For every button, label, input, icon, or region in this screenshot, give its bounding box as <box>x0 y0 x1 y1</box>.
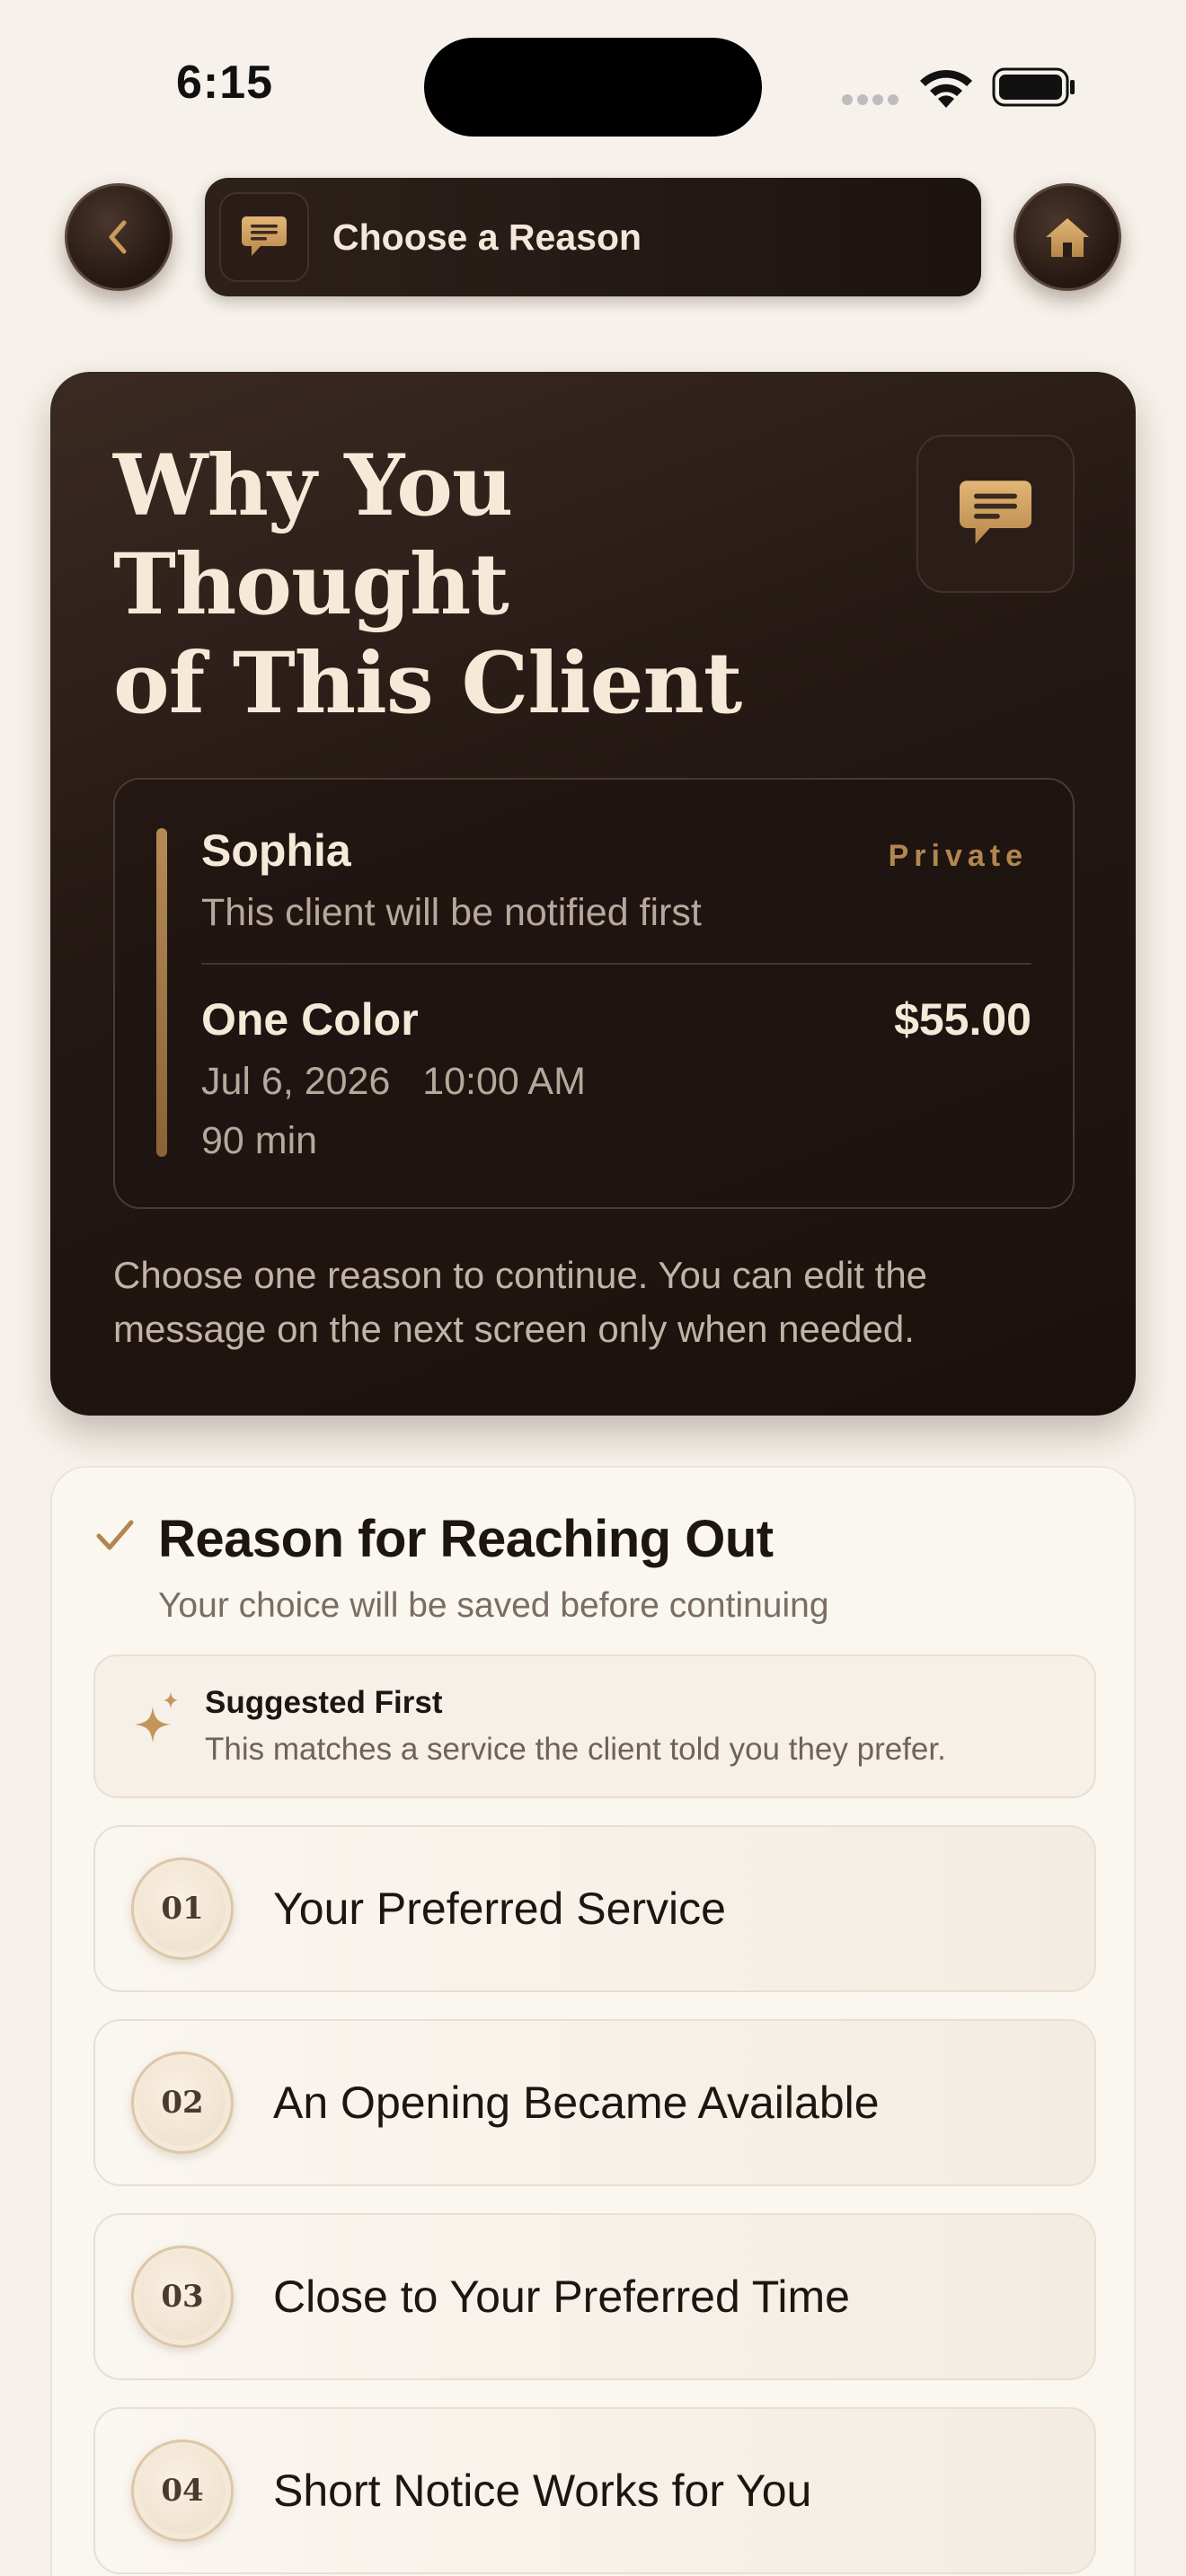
option-label: Short Notice Works for You <box>273 2466 812 2516</box>
reason-option-preferred-service[interactable]: 01 Your Preferred Service <box>93 1825 1096 1992</box>
title-icon-box <box>219 192 309 282</box>
accent-bar <box>156 828 167 1157</box>
privacy-badge: Private <box>888 839 1028 873</box>
hero-title-line: Why You <box>113 437 513 535</box>
reason-section: Reason for Reaching Out Your choice will… <box>50 1466 1136 2576</box>
hero-title: Why You Thought of This Client <box>113 437 796 733</box>
check-icon <box>96 1520 134 1550</box>
suggestion-text: This matches a service the client told y… <box>205 1732 946 1767</box>
service-name: One Color <box>201 994 419 1045</box>
page-title: Choose a Reason <box>332 216 642 258</box>
hero-icon-box <box>916 435 1075 593</box>
divider <box>201 963 1031 965</box>
client-summary-card: Why You Thought of This Client Sophia Pr… <box>50 372 1136 1416</box>
option-label: Your Preferred Service <box>273 1883 726 1934</box>
dynamic-island <box>424 38 762 137</box>
home-icon <box>1046 218 1089 257</box>
chevron-left-icon <box>109 220 127 254</box>
service-price: $55.00 <box>894 994 1031 1045</box>
reason-option-close-to-preferred-time[interactable]: 03 Close to Your Preferred Time <box>93 2213 1096 2380</box>
section-subtitle: Your choice will be saved before continu… <box>158 1586 829 1625</box>
suggestion-banner: Suggested First This matches a service t… <box>93 1654 1096 1798</box>
section-title: Reason for Reaching Out <box>158 1510 774 1568</box>
reason-option-opening-available[interactable]: 02 An Opening Became Available <box>93 2019 1096 2186</box>
signal-icon <box>842 94 898 105</box>
sparkle-icon <box>135 1692 178 1742</box>
notify-note: This client will be notified first <box>201 891 702 934</box>
hero-title-line: of This Client <box>113 634 742 733</box>
booking-details: Sophia Private This client will be notif… <box>113 778 1075 1209</box>
appointment-duration: 90 min <box>201 1119 318 1162</box>
appointment-datetime: Jul 6, 2026 10:00 AM <box>201 1060 586 1103</box>
back-button[interactable] <box>65 183 173 291</box>
suggestion-title: Suggested First <box>205 1685 443 1720</box>
reason-option-short-notice[interactable]: 04 Short Notice Works for You <box>93 2407 1096 2574</box>
home-button[interactable] <box>1013 183 1121 291</box>
message-icon <box>960 481 1031 544</box>
client-name: Sophia <box>201 825 351 876</box>
instructions-text: Choose one reason to continue. You can e… <box>113 1254 928 1350</box>
option-number-badge: 02 <box>131 2051 234 2154</box>
status-time: 6:15 <box>176 57 274 109</box>
option-number-badge: 01 <box>131 1857 234 1960</box>
option-number-badge: 03 <box>131 2245 234 2348</box>
option-label: An Opening Became Available <box>273 2078 880 2128</box>
message-icon <box>242 216 287 256</box>
option-label: Close to Your Preferred Time <box>273 2272 850 2322</box>
option-number-badge: 04 <box>131 2439 234 2542</box>
wifi-icon <box>920 69 972 108</box>
battery-icon <box>992 67 1075 107</box>
hero-title-line: Thought <box>113 535 509 634</box>
screen-title-bar: Choose a Reason <box>205 178 981 296</box>
